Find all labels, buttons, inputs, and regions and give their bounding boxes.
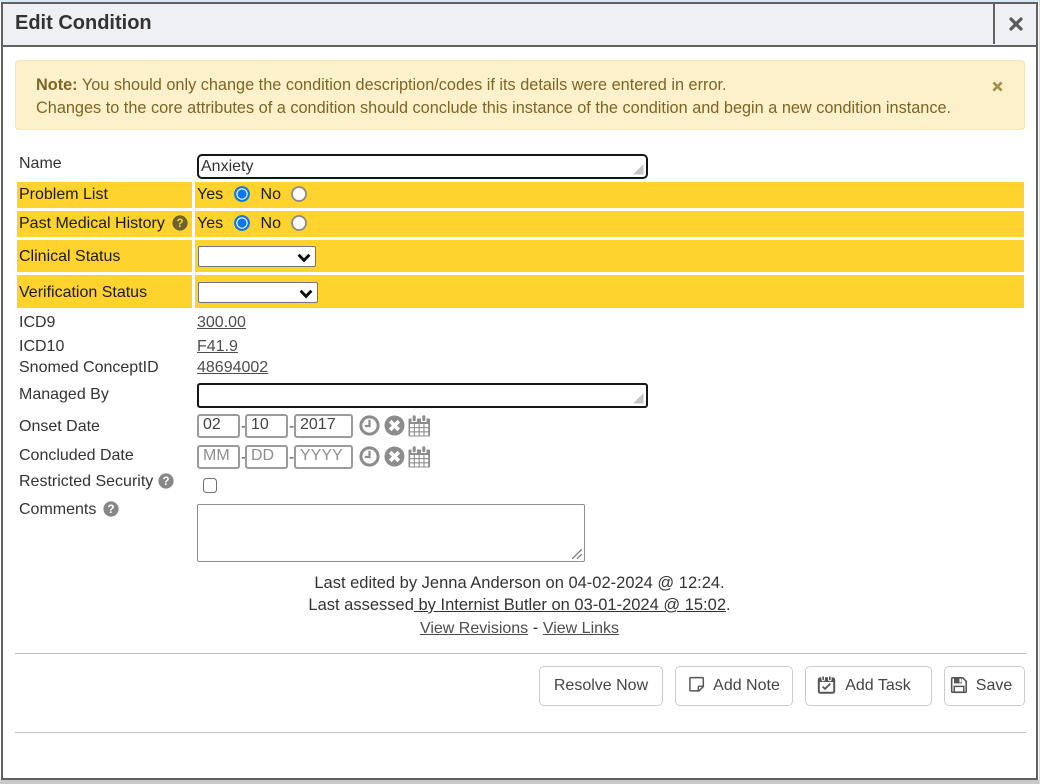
svg-text:?: ? — [162, 476, 169, 488]
svg-text:?: ? — [177, 218, 184, 230]
svg-text:?: ? — [107, 504, 114, 516]
